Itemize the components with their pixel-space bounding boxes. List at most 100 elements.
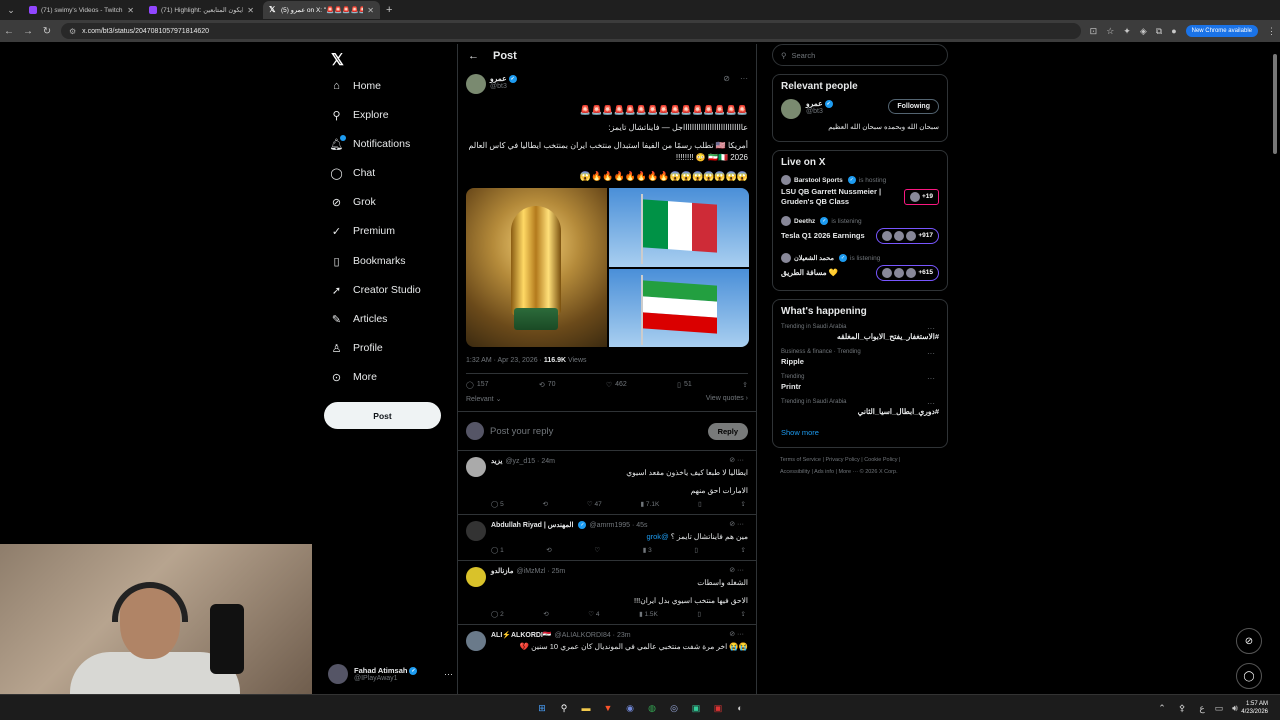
star-icon[interactable]: ☆ [1106,26,1114,37]
usb-icon[interactable]: ⚴ [1175,701,1189,715]
views-icon[interactable]: ▮ 3 [643,546,652,554]
back-arrow-icon[interactable]: ← [468,50,479,62]
reply-author-name[interactable]: Abdullah Riyad | المهندس [491,521,573,529]
author-handle[interactable]: @bt3 [490,83,719,90]
messages-floating-button[interactable]: ◯ [1236,663,1262,689]
folder-icon[interactable]: ▬ [579,701,593,715]
scrollbar-thumb[interactable] [1273,54,1277,154]
share-icon[interactable]: ⇪ [741,500,746,508]
reply-button[interactable]: ◯ 157 [466,381,489,389]
show-more-link[interactable]: Show more [781,428,939,437]
sidebar-item-more[interactable]: ⊙ More [330,366,377,388]
avatar[interactable] [466,631,486,651]
more-options-icon[interactable]: ⊘ ··· [729,566,744,574]
footer-link[interactable]: More ··· [839,469,859,475]
repost-icon[interactable]: ⟲ [543,610,548,618]
reply-item[interactable]: ALI⚡ALKORDI🇮🇶 @ALIALKORDI84 · 23m 😭😭 اخر … [458,625,756,658]
following-button[interactable]: Following [888,99,939,114]
app-icon[interactable]: ▣ [689,701,703,715]
tab-search-icon[interactable]: ⌄ [2,1,20,19]
footer-link[interactable]: Terms of Service [780,457,821,463]
system-clock[interactable]: 1:57 AM 4/23/2026 [1241,700,1268,716]
grok-icon[interactable]: ⊘ [723,74,730,94]
sidebar-item-grok[interactable]: ⊘ Grok [330,191,376,213]
network-icon[interactable]: ▭ [1212,701,1226,715]
listeners-pill[interactable]: +19 [903,189,939,205]
chrome-icon[interactable]: ◍ [645,701,659,715]
avatar[interactable] [781,99,801,119]
more-options-icon[interactable]: ⊘ ··· [729,630,744,638]
more-options-icon[interactable]: ··· [444,669,453,679]
extension-icon[interactable]: ◈ [1140,26,1147,37]
world-cup-image[interactable] [466,188,607,347]
reload-icon[interactable]: ↻ [42,26,52,37]
footer-link[interactable]: Privacy Policy [825,457,859,463]
person-name[interactable]: عمرو ✓ [806,99,833,109]
new-chrome-available-button[interactable]: New Chrome available [1185,25,1258,37]
puzzle-icon[interactable]: ⧉ [1156,26,1162,37]
chevron-up-icon[interactable]: ⌃ [1155,701,1169,715]
more-options-icon[interactable]: ··· [927,374,935,383]
search-input[interactable]: ⚲ Search [772,44,948,66]
close-icon[interactable]: ✕ [247,6,254,15]
forward-icon[interactable]: → [23,26,33,37]
grok-mention-link[interactable]: @grok [646,532,668,541]
tab-highlight[interactable]: (71) Highlight: رايكون المتابعين ✕ [143,1,260,19]
trend-item[interactable]: Trending in Saudi Arabia #دوري_ابطال_اسي… [781,399,939,416]
page-scrollbar[interactable] [1273,44,1279,694]
trend-item[interactable]: Trending Printr ··· [781,374,939,391]
reply-icon[interactable]: ◯ 1 [491,546,504,554]
share-button[interactable]: ⇪ [742,381,748,389]
close-icon[interactable]: ✕ [367,6,374,15]
heart-icon[interactable]: ♡ 4 [588,610,599,618]
tab-twitch[interactable]: (71) swimy's Videos - Twitch ✕ [23,1,140,19]
sidebar-item-bookmarks[interactable]: ▯ Bookmarks [330,250,405,272]
view-quotes-link[interactable]: View quotes › [706,395,748,403]
reply-author-name[interactable]: مازنالدو [491,567,514,575]
reply-author-handle[interactable]: @yz_d15 · 24m [505,458,555,465]
avatar[interactable] [466,521,486,541]
avatar[interactable] [466,74,486,94]
volume-icon[interactable]: 🔊︎ [1228,701,1242,715]
install-icon[interactable]: ⊡ [1090,26,1098,37]
reply-item[interactable]: مازنالدو @iMzMzl · 25m الشغله واسطات الاح… [458,561,756,625]
relevant-person[interactable]: عمرو ✓ @bt3 Following [781,99,939,119]
discord-icon[interactable]: ◉ [623,701,637,715]
reply-author-handle[interactable]: @ALIALKORDI84 · 23m [555,632,631,639]
reply-item[interactable]: يزيد @yz_d15 · 24m ايطاليا لا طبعا كيف يا… [458,451,756,515]
bookmark-button[interactable]: ▯ 51 [677,381,692,389]
sidebar-item-premium[interactable]: ✓ Premium [330,220,395,242]
listeners-pill[interactable]: +615 [876,265,939,281]
sidebar-item-articles[interactable]: ✎ Articles [330,308,388,330]
sidebar-item-notifications[interactable]: 🔔︎ Notifications [330,133,410,155]
reply-button[interactable]: Reply [707,422,748,440]
address-bar[interactable]: ⚙ x.com/bt3/status/2047081057971814620 [61,23,1081,39]
repost-button[interactable]: ⟲ 70 [539,381,556,389]
reply-input[interactable]: Post your reply [490,426,702,437]
tab-x-post[interactable]: 𝕏 (5) عمرو on X: "🚨🚨🚨🚨🚨🚨 ✕ [263,1,380,19]
repost-icon[interactable]: ⟲ [543,500,548,508]
heart-icon[interactable]: ♡ 47 [587,500,602,508]
avatar[interactable] [466,567,486,587]
profile-avatar-icon[interactable]: ● [1171,26,1176,36]
more-options-icon[interactable]: ⊘ ··· [729,456,744,464]
footer-link[interactable]: Cookie Policy [864,457,897,463]
footer-link[interactable]: Ads info [814,469,834,475]
close-icon[interactable]: ✕ [127,6,134,15]
share-icon[interactable]: ⇪ [741,610,746,618]
italy-flag-image[interactable] [608,188,749,267]
more-options-icon[interactable]: ⊘ ··· [729,520,744,528]
obs-icon[interactable]: ◐ [733,701,747,715]
new-tab-icon[interactable]: + [386,4,392,16]
bookmark-icon[interactable]: ▯ [694,546,698,554]
sidebar-item-chat[interactable]: ◯ Chat [330,162,375,184]
more-options-icon[interactable]: ··· [740,74,748,94]
bookmark-icon[interactable]: ▯ [697,610,701,618]
more-options-icon[interactable]: ··· [927,324,935,333]
reply-icon[interactable]: ◯ 2 [491,610,504,618]
share-icon[interactable]: ⇪ [740,546,745,554]
sidebar-item-profile[interactable]: ♙ Profile [330,337,383,359]
listeners-pill[interactable]: +917 [876,228,939,244]
relevant-sort-dropdown[interactable]: Relevant ⌄ [466,395,501,403]
sidebar-item-home[interactable]: ⌂ Home [330,75,381,97]
